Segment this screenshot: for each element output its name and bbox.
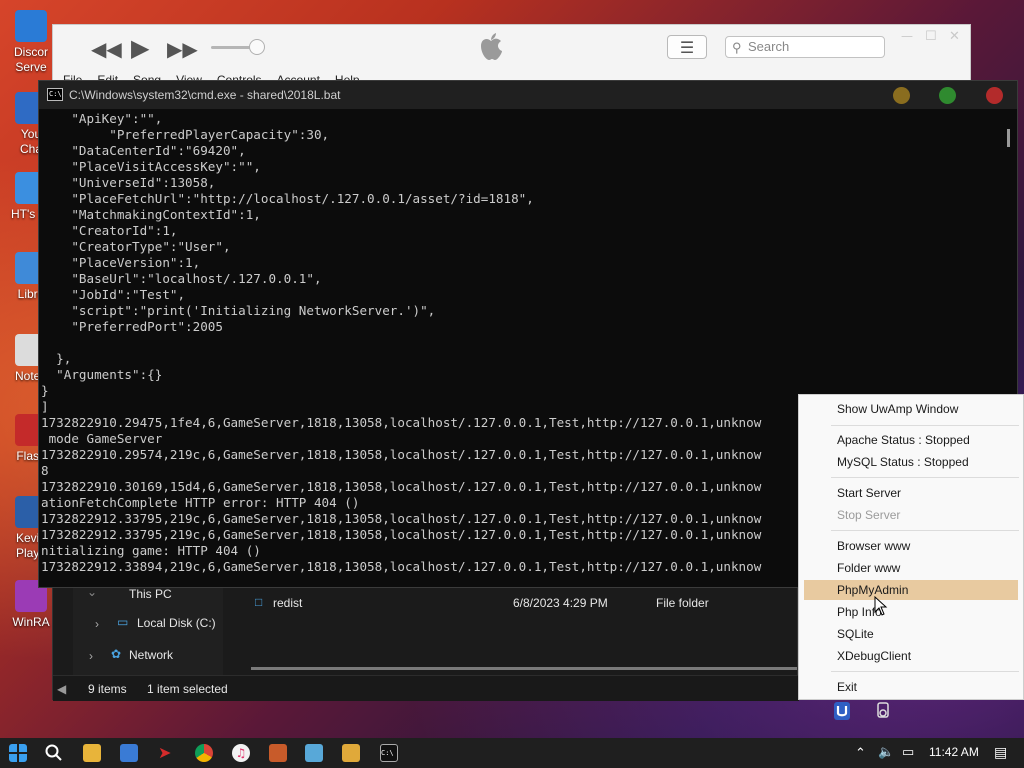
apple-logo-icon xyxy=(481,33,502,60)
cmd-line: }, xyxy=(41,351,72,366)
cmd-taskbar-icon[interactable]: C:\ xyxy=(380,744,398,762)
maximize-icon[interactable]: ☐ xyxy=(925,29,937,44)
file-row-type: File folder xyxy=(656,596,709,610)
cmd-line: "CreatorType":"User", xyxy=(41,239,231,254)
explorer-nav-pane: ⌄ This PC › ▭ Local Disk (C:) › ✿ Networ… xyxy=(73,585,223,675)
scroll-left-icon[interactable]: ◀ xyxy=(57,682,66,696)
cmd-line: "PlaceVisitAccessKey":"", xyxy=(41,159,261,174)
menu-sqlite[interactable]: SQLite xyxy=(804,624,1018,644)
chevron-right-icon[interactable]: › xyxy=(89,649,93,663)
menu-separator xyxy=(831,425,1019,426)
cmd-line: "JobId":"Test", xyxy=(41,287,186,302)
cmd-titlebar[interactable]: C:\ C:\Windows\system32\cmd.exe - shared… xyxy=(39,81,1017,109)
horizontal-scrollbar[interactable] xyxy=(251,667,797,670)
cmd-line: "PlaceFetchUrl":"http://localhost/.127.0… xyxy=(41,191,534,206)
mouse-cursor-icon xyxy=(874,596,888,616)
search-icon: ⚲ xyxy=(732,40,742,55)
cmd-line: "BaseUrl":"localhost/.127.0.0.1", xyxy=(41,271,322,286)
drive-icon: ▭ xyxy=(117,615,129,629)
explorer-status-bar: ◀ 9 items 1 item selected xyxy=(53,675,799,701)
network-display-icon[interactable]: ▭ xyxy=(902,744,914,760)
menu-mysql-status[interactable]: MySQL Status : Stopped xyxy=(804,452,1018,472)
play-icon[interactable]: ▶ xyxy=(131,34,149,62)
file-explorer-taskbar-icon[interactable] xyxy=(83,744,101,762)
menu-separator xyxy=(831,671,1019,672)
itunes-search-field[interactable]: ⚲ Search xyxy=(725,36,885,58)
minimize-icon[interactable]: — xyxy=(901,29,913,43)
list-view-button[interactable]: ☰ xyxy=(667,35,707,59)
file-row-date: 6/8/2023 4:29 PM xyxy=(513,596,608,610)
cmd-line: "UniverseId":13058, xyxy=(41,175,216,190)
security-tray-icon[interactable] xyxy=(875,702,891,720)
desktop-app-icon xyxy=(15,10,47,42)
previous-track-icon[interactable]: ◀◀ xyxy=(91,37,122,61)
menu-separator xyxy=(831,530,1019,531)
search-placeholder: Search xyxy=(748,39,790,54)
nav-network[interactable]: Network xyxy=(129,648,173,662)
next-track-icon[interactable]: ▶▶ xyxy=(167,37,198,61)
menu-phpmyadmin[interactable]: PhpMyAdmin xyxy=(804,580,1018,600)
close-dot-icon[interactable] xyxy=(986,87,1003,104)
menu-exit[interactable]: Exit xyxy=(804,677,1018,697)
clock[interactable]: 11:42 AM xyxy=(929,745,979,759)
minimize-dot-icon[interactable] xyxy=(893,87,910,104)
notification-icon[interactable]: ▤ xyxy=(994,744,1007,761)
menu-separator xyxy=(831,477,1019,478)
itunes-taskbar-icon[interactable]: ♫ xyxy=(232,744,250,762)
app-taskbar-icon[interactable] xyxy=(269,744,287,762)
notepad-taskbar-icon[interactable] xyxy=(305,744,323,762)
cmd-title: C:\Windows\system32\cmd.exe - shared\201… xyxy=(69,88,341,102)
store-taskbar-icon[interactable] xyxy=(120,744,138,762)
cmd-line: "DataCenterId":"69420", xyxy=(41,143,246,158)
cmd-scrollbar[interactable] xyxy=(1007,129,1010,147)
menu-apache-status[interactable]: Apache Status : Stopped xyxy=(804,430,1018,450)
cmd-app-icon: C:\ xyxy=(47,88,63,101)
cmd-line: "PreferredPort":2005 xyxy=(41,319,223,334)
uwamp-tray-icon[interactable] xyxy=(834,702,850,720)
nav-this-pc[interactable]: This PC xyxy=(129,587,172,601)
windows-start-icon[interactable] xyxy=(9,744,27,762)
cmd-line: "script":"print('Initializing NetworkSer… xyxy=(41,303,436,318)
cmd-line: "ApiKey":"", xyxy=(41,111,163,126)
desktop-icon-label: Discor xyxy=(13,45,48,59)
folder-taskbar-icon[interactable] xyxy=(342,744,360,762)
volume-knob[interactable] xyxy=(249,39,265,55)
file-explorer-window: ⌄ This PC › ▭ Local Disk (C:) › ✿ Networ… xyxy=(52,585,799,701)
desktop-icon-label: WinRA xyxy=(12,615,50,629)
network-icon: ✿ xyxy=(111,647,122,661)
cmd-line: "PreferredPlayerCapacity":30, xyxy=(41,127,330,142)
menu-php-info[interactable]: Php Info xyxy=(804,602,1018,622)
chevron-right-icon[interactable]: › xyxy=(95,617,99,631)
desktop-icon[interactable]: Discor Serve xyxy=(6,10,56,75)
menu-stop-server: Stop Server xyxy=(837,508,901,522)
maximize-dot-icon[interactable] xyxy=(939,87,956,104)
desktop-icon-label: Serve xyxy=(15,60,47,74)
cmd-line: "MatchmakingContextId":1, xyxy=(41,207,261,222)
chrome-taskbar-icon[interactable] xyxy=(195,744,213,762)
file-row-name[interactable]: redist xyxy=(273,596,302,610)
list-icon: ☰ xyxy=(679,37,695,57)
menu-show-uwamp-window[interactable]: Show UwAmp Window xyxy=(804,399,1018,419)
cmd-line: "Arguments":{} xyxy=(41,367,163,382)
folder-icon: □ xyxy=(255,595,263,609)
taskbar: ➤ ♫ C:\ ⌃ 🔈 ▭ 11:42 AM ▤ xyxy=(0,738,1024,768)
search-icon[interactable] xyxy=(45,744,63,762)
close-icon[interactable]: ✕ xyxy=(949,29,960,44)
menu-start-server[interactable]: Start Server xyxy=(804,483,1018,503)
cmd-line xyxy=(41,335,997,351)
flash-taskbar-icon[interactable]: ➤ xyxy=(158,744,176,762)
menu-folder-www[interactable]: Folder www xyxy=(804,558,1018,578)
menu-xdebugclient[interactable]: XDebugClient xyxy=(804,646,1018,666)
uwamp-context-menu: Show UwAmp Window Apache Status : Stoppe… xyxy=(798,394,1024,700)
nav-local-disk[interactable]: Local Disk (C:) xyxy=(137,616,216,630)
chevron-up-icon[interactable]: ⌃ xyxy=(855,745,866,761)
item-count: 9 items xyxy=(88,682,127,696)
speaker-muted-icon[interactable]: 🔈 xyxy=(878,744,894,760)
cmd-line: "PlaceVersion":1, xyxy=(41,255,201,270)
cmd-line: "CreatorId":1, xyxy=(41,223,178,238)
selection-count: 1 item selected xyxy=(147,682,228,696)
tray-overflow-icons xyxy=(825,700,905,724)
menu-browser-www[interactable]: Browser www xyxy=(804,536,1018,556)
